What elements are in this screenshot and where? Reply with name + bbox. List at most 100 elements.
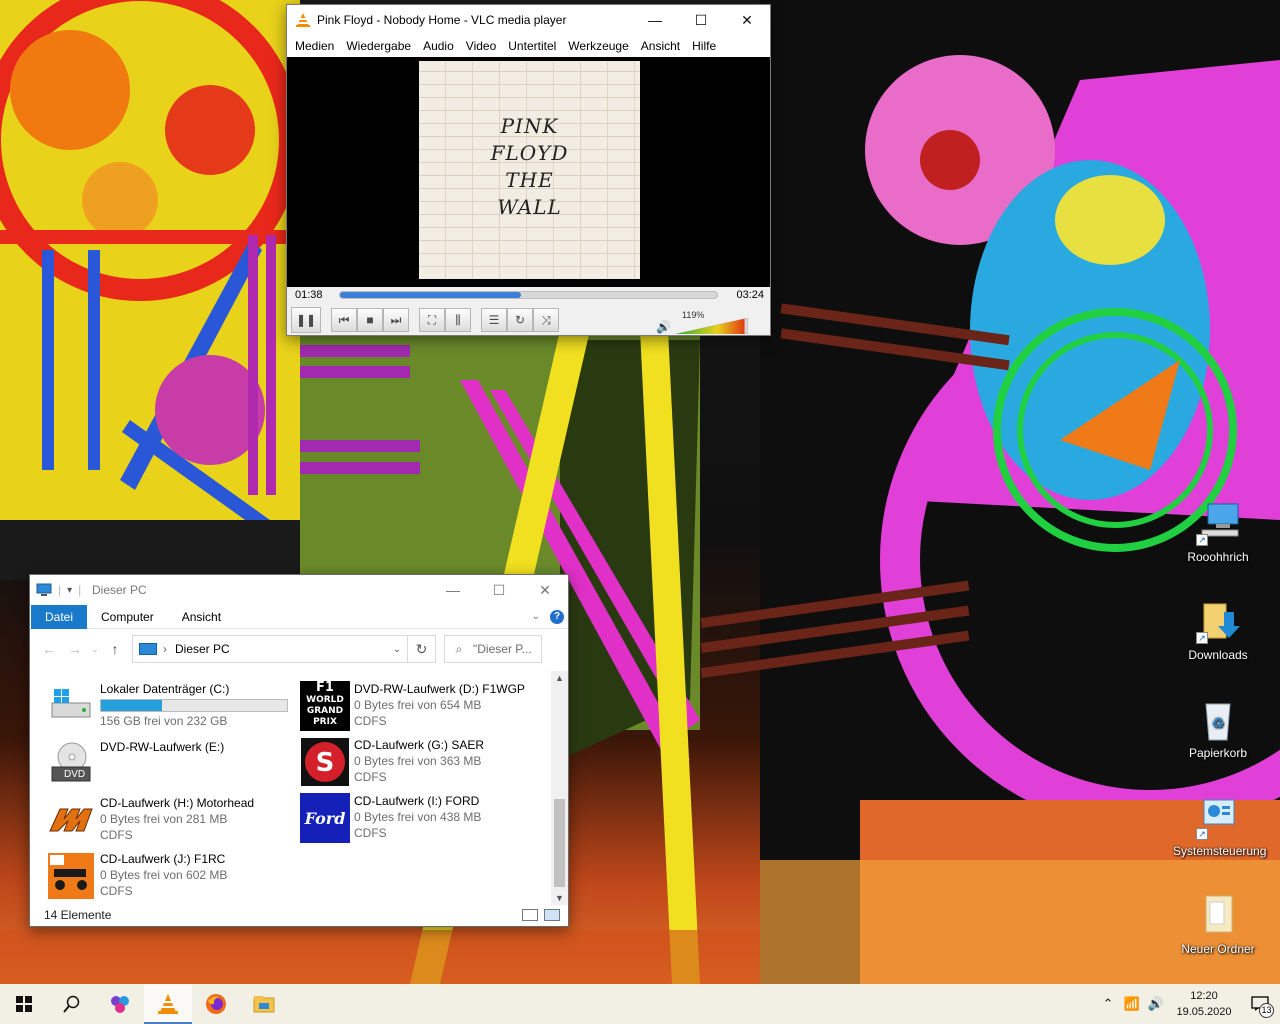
svg-text:S: S [316,748,335,778]
close-button[interactable]: ✕ [724,5,770,35]
expand-ribbon-icon[interactable]: ⌄ [532,611,540,622]
taskbar-app-explorer[interactable] [240,984,288,1024]
drive-usage-fill [101,700,163,711]
loop-button[interactable]: ↻ [507,308,533,332]
menu-ansicht[interactable]: Ansicht [635,39,686,53]
taskbar-app-firefox[interactable] [192,984,240,1024]
start-button[interactable] [0,984,48,1024]
scroll-up-icon[interactable]: ▲ [551,673,568,683]
album-cover: PINK FLOYD THE WALL [419,61,640,279]
drive-filesystem: CDFS [100,884,133,898]
time-elapsed: 01:38 [295,289,323,301]
system-tray: ⌃ 📶 🔊 12:20 19.05.2020 13 [1096,984,1280,1024]
tab-datei[interactable]: Datei [31,604,88,629]
show-hidden-icons-icon[interactable]: ⌃ [1096,996,1120,1012]
pause-button[interactable]: ❚❚ [291,307,321,333]
taskbar-app-colorful[interactable] [96,984,144,1024]
drive-item-j[interactable]: CD-Laufwerk (J:) F1RC 0 Bytes frei von 6… [46,851,296,905]
vlc-window[interactable]: Pink Floyd - Nobody Home - VLC media pla… [286,4,771,336]
drive-free-space: 0 Bytes frei von 363 MB [354,754,482,768]
search-button[interactable] [48,984,96,1024]
action-center-button[interactable]: 13 [1240,984,1280,1024]
back-button[interactable]: ← [36,641,62,657]
time-total: 03:24 [736,289,764,301]
f1-badge-line: PRIX [313,717,337,727]
network-icon[interactable]: 📶 [1120,996,1144,1012]
menu-audio[interactable]: Audio [417,39,460,53]
colorful-app-icon [111,996,129,1013]
speaker-icon[interactable]: 🔊 [656,320,671,334]
extended-settings-button[interactable]: ⫼ [445,308,471,332]
search-input[interactable]: ⌕ "Dieser P... [444,635,542,663]
address-dropdown-icon[interactable]: ⌄ [387,644,407,655]
address-bar[interactable]: › Dieser PC ⌄ [132,635,408,663]
search-icon: ⌕ [455,641,463,656]
desktop-icon-rooohhrich[interactable]: ↗ Rooohhrich [1173,500,1263,564]
desktop-icon-systemsteuerung[interactable]: ↗ Systemsteuerung [1173,794,1266,858]
menu-hilfe[interactable]: Hilfe [686,39,722,53]
minimize-button[interactable]: — [632,5,678,35]
cover-text-line: PINK [500,114,559,138]
seek-progress [340,292,521,298]
drive-name: CD-Laufwerk (G:) SAER [354,738,485,752]
quick-access-dropdown-icon[interactable]: ▾ [67,585,72,596]
scroll-down-icon[interactable]: ▼ [551,893,568,903]
video-area[interactable]: PINK FLOYD THE WALL [287,57,770,287]
drive-item-h[interactable]: CD-Laufwerk (H:) Motorhead 0 Bytes frei … [46,795,296,849]
tab-computer[interactable]: Computer [87,605,168,629]
vlc-window-title: Pink Floyd - Nobody Home - VLC media pla… [317,13,567,27]
address-text: Dieser PC [175,642,230,656]
playlist-button[interactable]: ☰ [481,308,507,332]
drive-free-space: 0 Bytes frei von 281 MB [100,812,228,826]
maximize-button[interactable]: ☐ [476,575,522,605]
vertical-scrollbar[interactable]: ▲ ▼ [551,671,568,905]
minimize-button[interactable]: — [430,575,476,605]
explorer-titlebar[interactable]: | ▾ | Dieser PC — ☐ ✕ [30,575,568,605]
menu-werkzeuge[interactable]: Werkzeuge [562,39,634,53]
menu-wiedergabe[interactable]: Wiedergabe [340,39,417,53]
drive-item-c[interactable]: Lokaler Datenträger (C:) 156 GB frei von… [46,681,296,735]
drive-item-e[interactable]: DVD DVD-RW-Laufwerk (E:) [46,739,296,793]
volume-control[interactable]: 🔊 119% [656,308,752,334]
drive-free-space: 0 Bytes frei von 602 MB [100,868,228,882]
dvd-drive-icon: DVD [46,739,96,789]
file-explorer-icon [253,996,275,1013]
close-button[interactable]: ✕ [522,575,568,605]
previous-button[interactable]: ⏮ [331,308,357,332]
details-view-icon[interactable] [522,909,538,921]
up-button[interactable]: ↑ [102,641,128,657]
menu-video[interactable]: Video [460,39,502,53]
volume-slider[interactable] [676,318,748,334]
recent-locations-icon[interactable]: ⌄ [88,644,102,655]
desktop-icon-downloads[interactable]: ↗ Downloads [1173,598,1263,662]
drive-item-d[interactable]: F1 WORLD GRAND PRIX DVD-RW-Laufwerk (D:)… [300,681,550,735]
tab-ansicht[interactable]: Ansicht [168,605,235,629]
large-icons-view-icon[interactable] [544,909,560,921]
forward-button[interactable]: → [62,641,88,657]
explorer-window[interactable]: | ▾ | Dieser PC — ☐ ✕ Datei Computer Ans… [29,574,569,927]
menu-untertitel[interactable]: Untertitel [502,39,562,53]
taskbar-app-vlc[interactable] [144,984,192,1024]
fullscreen-button[interactable]: ⛶ [419,308,445,332]
downloads-folder-icon: ↗ [1194,598,1242,646]
vlc-titlebar[interactable]: Pink Floyd - Nobody Home - VLC media pla… [287,5,770,35]
drive-item-i[interactable]: Ford CD-Laufwerk (I:) FORD 0 Bytes frei … [300,793,550,847]
drive-item-g[interactable]: S CD-Laufwerk (G:) SAER 0 Bytes frei von… [300,737,550,791]
status-bar: 14 Elemente [30,904,568,926]
desktop-icon-neuer-ordner[interactable]: Neuer Ordner [1173,892,1263,956]
refresh-button[interactable]: ↻ [408,635,436,663]
clock[interactable]: 12:20 19.05.2020 [1168,988,1240,1020]
drive-name: DVD-RW-Laufwerk (E:) [100,740,225,754]
menu-medien[interactable]: Medien [289,39,340,53]
computer-icon [139,643,157,655]
drive-name: CD-Laufwerk (J:) F1RC [100,852,226,866]
help-icon[interactable]: ? [550,609,564,624]
seek-slider[interactable] [339,291,718,299]
shuffle-button[interactable]: ⤨ [533,308,559,332]
maximize-button[interactable]: ☐ [678,5,724,35]
stop-button[interactable]: ■ [357,308,383,332]
desktop-icon-papierkorb[interactable]: ♻ Papierkorb [1173,696,1263,760]
volume-icon[interactable]: 🔊 [1144,996,1168,1012]
next-button[interactable]: ⏭ [383,308,409,332]
scroll-thumb[interactable] [554,799,565,887]
